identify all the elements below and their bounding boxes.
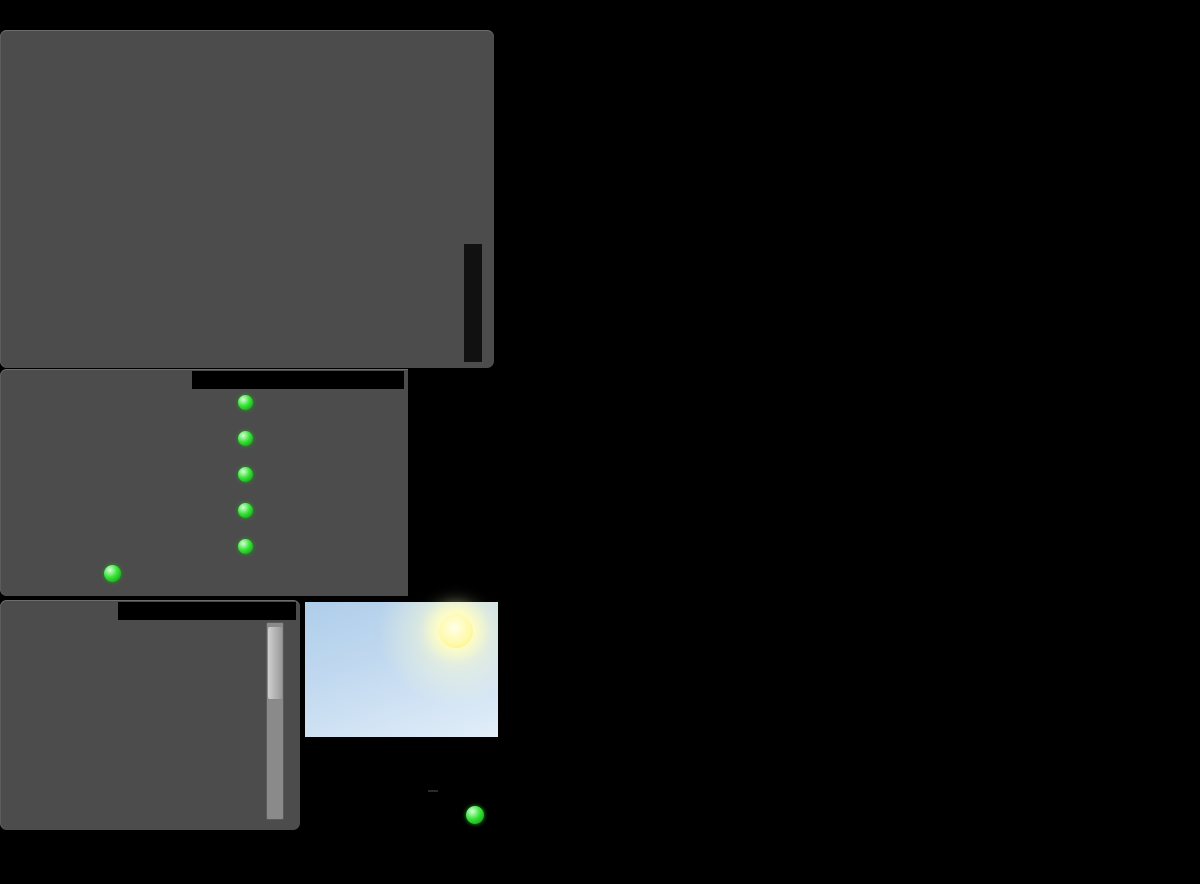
rainfall-panel	[0, 600, 300, 830]
extreme-conditions-panel	[0, 369, 494, 596]
rainfall-scrollbar-thumb[interactable]	[268, 627, 282, 699]
max-average-led	[238, 467, 253, 482]
data-received-count	[428, 790, 438, 792]
wind-speed-gauge[interactable]	[200, 82, 360, 242]
weather-display-dashboard	[0, 0, 1200, 884]
values-reset-note	[192, 371, 404, 389]
rain-reset-note	[118, 602, 296, 620]
temperature-humidity-rain-chart[interactable]	[500, 498, 1200, 884]
barometer-windspeed-chart[interactable]	[500, 40, 1200, 392]
wind-direction-chart[interactable]	[500, 388, 1200, 500]
max-rain-rate-led	[104, 565, 121, 582]
wind-direction-compass[interactable]	[355, 85, 505, 235]
min-temperature-led	[238, 539, 253, 554]
sky-condition-image	[305, 602, 498, 737]
alarm-led[interactable]	[466, 806, 484, 824]
max-gust-hour-led	[238, 431, 253, 446]
max-temperature-led	[238, 503, 253, 518]
max-gust-today-led	[238, 395, 253, 410]
rainfall-scrollbar[interactable]	[266, 622, 284, 820]
compass-reading	[376, 228, 384, 246]
at-time-column	[408, 369, 494, 596]
temperature-colorbar-gauge	[464, 244, 482, 362]
current-conditions-panel	[0, 30, 494, 368]
sun-icon	[439, 614, 473, 648]
